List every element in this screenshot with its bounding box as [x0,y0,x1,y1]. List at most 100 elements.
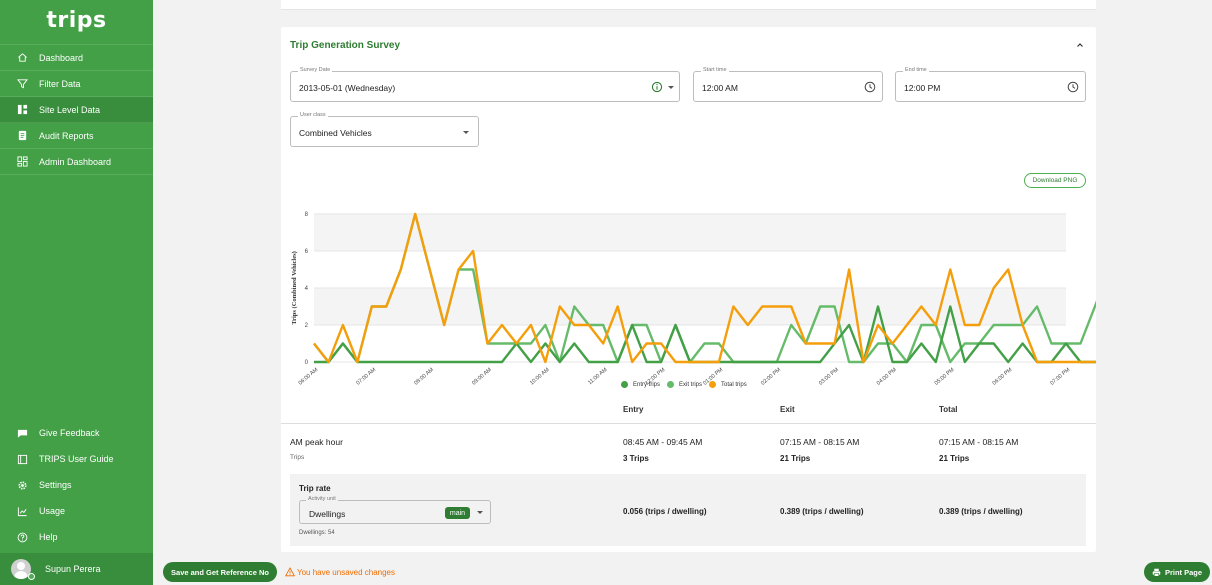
sidebar-item-label: Give Feedback [39,428,100,438]
user-name: Supun Perera [45,564,101,574]
sidebar-item-help[interactable]: Help [0,524,153,550]
row-sub: Trips [290,454,305,461]
y-tick-label: 2 [305,323,309,329]
row-name: Trip rate [299,484,331,493]
sidebar-item-label: TRIPS User Guide [39,454,114,464]
sidebar-item-give-feedback[interactable]: Give Feedback [0,420,153,446]
header-entry: Entry [623,405,644,414]
total-peak-time: 07:15 AM - 08:15 AM [939,437,1019,447]
total-peak-trips: 21 Trips [939,454,970,463]
entry-peak-trips: 3 Trips [623,454,649,463]
y-tick-label: 0 [305,360,309,366]
total-trip-rate: 0.389 (trips / dwelling) [939,507,1023,516]
download-png-button[interactable]: Download PNG [1024,173,1086,188]
sidebar-item-settings[interactable]: Settings [0,472,153,498]
print-page-button[interactable]: Print Page [1144,562,1210,582]
sidebar-item-audit-reports[interactable]: Audit Reports [0,123,153,149]
sidebar-item-label: Settings [39,480,72,490]
sidebar-item-user-guide[interactable]: TRIPS User Guide [0,446,153,472]
legend-exit-trips[interactable]: Exit trips [679,382,702,388]
y-axis-label: Trips (Combined Vehicles) [291,251,298,325]
x-tick-label: 07:00 AM [355,367,377,387]
sidebar-item-admin-dashboard[interactable]: Admin Dashboard [0,149,153,175]
unsaved-changes-warning: You have unsaved changes [285,567,395,577]
end-time-label: End time [903,67,929,73]
legend-dot-total [709,381,717,388]
chart-icon [15,504,29,518]
sidebar-item-label: Audit Reports [39,130,94,141]
help-icon [15,530,29,544]
gear-icon [15,478,29,492]
user-class-value: Combined Vehicles [299,128,372,138]
user-class-select[interactable]: User class Combined Vehicles [290,112,479,147]
legend-total-trips[interactable]: Total trips [721,382,747,388]
unsaved-changes-text: You have unsaved changes [297,567,396,577]
print-page-label: Print Page [1164,567,1203,577]
header-total: Total [939,405,958,414]
header-exit: Exit [780,405,795,414]
dwellings-count: Dwellings: 54 [299,530,335,536]
end-time-value: 12:00 PM [904,83,941,93]
info-icon[interactable] [651,81,663,93]
grid-icon [15,103,29,117]
app-logo[interactable]: trips [0,0,153,40]
survey-date-value: 2013-05-01 (Wednesday) [299,83,396,93]
save-reference-button[interactable]: Save and Get Reference No [163,562,277,582]
chart-legend: Entry trips Exit trips Total trips [621,381,747,388]
report-icon [15,129,29,143]
trip-generation-card: Trip Generation Survey Survey Date 2013-… [281,27,1096,552]
start-time-label: Start time [701,67,729,73]
row-name: AM peak hour [290,437,343,447]
user-profile[interactable]: Supun Perera [0,553,153,585]
card-title: Trip Generation Survey [290,40,401,51]
table-row-trip-rate: Trip rate Activity unit Dwellings main D… [290,474,1086,546]
exit-peak-time: 07:15 AM - 08:15 AM [780,437,860,447]
sidebar-item-site-level-data[interactable]: Site Level Data [0,97,153,123]
x-tick-label: 09:00 AM [471,367,493,387]
sidebar-item-usage[interactable]: Usage [0,498,153,524]
x-tick-label: 02:00 PM [760,367,782,387]
legend-entry-trips[interactable]: Entry trips [633,382,660,388]
table-row-am-peak: AM peak hour Trips 08:45 AM - 09:45 AM 3… [290,424,1086,473]
y-tick-label: 4 [305,286,309,292]
warning-icon [285,567,295,577]
exit-peak-trips: 21 Trips [780,454,811,463]
guide-icon [15,452,29,466]
survey-date-label: Survey Date [298,67,333,73]
activity-unit-label: Activity unit [306,496,338,502]
exit-trip-rate: 0.389 (trips / dwelling) [780,507,864,516]
main-badge: main [445,507,470,519]
chevron-down-icon [668,86,674,89]
sidebar-item-label: Admin Dashboard [39,156,112,167]
chevron-down-icon [477,511,483,514]
previous-card-edge [281,0,1096,10]
x-tick-label: 03:00 PM [818,367,840,387]
y-tick-label: 8 [305,212,309,218]
home-icon [15,51,29,65]
collapse-button[interactable] [1074,39,1086,51]
online-status-dot [28,573,35,580]
sidebar-item-filter-data[interactable]: Filter Data [0,71,153,97]
x-tick-label: 04:00 PM [876,367,898,387]
survey-date-select[interactable]: Survey Date 2013-05-01 (Wednesday) [290,67,680,102]
chevron-down-icon [463,131,469,134]
sidebar-item-dashboard[interactable]: Dashboard [0,45,153,71]
sidebar-item-label: Site Level Data [39,104,101,115]
y-tick-label: 6 [305,249,309,255]
x-tick-label: 06:00 PM [992,367,1014,387]
legend-dot-entry [621,381,628,388]
end-time-field[interactable]: End time 12:00 PM [895,67,1086,102]
feedback-icon [15,426,29,440]
start-time-value: 12:00 AM [702,83,738,93]
sidebar-item-label: Usage [39,506,66,516]
activity-unit-select[interactable]: Activity unit Dwellings main [299,496,491,524]
start-time-field[interactable]: Start time 12:00 AM [693,67,883,102]
dashboard-icon [15,155,29,169]
sidebar-item-label: Dashboard [39,52,84,63]
sidebar: trips Dashboard Filter Data Site Level D… [0,0,153,585]
clock-icon[interactable] [1067,81,1079,93]
entry-trip-rate: 0.056 (trips / dwelling) [623,507,707,516]
user-class-label: User class [298,112,328,118]
clock-icon[interactable] [864,81,876,93]
chevron-up-icon [1077,43,1083,47]
